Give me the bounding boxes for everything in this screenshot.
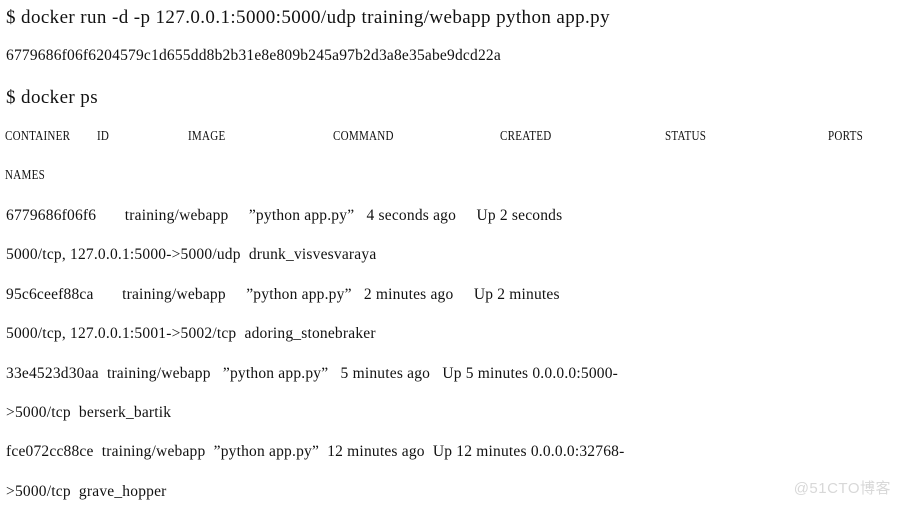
ps-column-header-command: COMMAND [333, 128, 394, 143]
ps-row-row-2-primary: 95c6ceef88ca training/webapp ”python app… [6, 286, 560, 303]
ps-column-header-status: STATUS [665, 128, 707, 143]
ps-row-row-1-wrapped: 5000/tcp, 127.0.0.1:5000->5000/udp drunk… [6, 246, 377, 263]
ps-row-row-2-wrapped: 5000/tcp, 127.0.0.1:5001->5002/tcp adori… [6, 325, 376, 342]
ps-column-header-names: NAMES [5, 167, 45, 182]
terminal-line-run-output-container-hash: 6779686f06f6204579c1d655dd8b2b31e8e809b2… [6, 47, 501, 64]
site-watermark: @51CTO博客 [793, 480, 891, 497]
ps-row-row-3-wrapped: >5000/tcp berserk_bartik [6, 404, 172, 421]
terminal-line-ps-command: $ docker ps [6, 87, 98, 108]
terminal-line-run-command: $ docker run -d -p 127.0.0.1:5000:5000/u… [6, 7, 610, 28]
ps-row-row-1-primary: 6779686f06f6 training/webapp ”python app… [6, 207, 563, 224]
ps-row-row-4-primary: fce072cc88ce training/webapp ”python app… [6, 443, 625, 460]
ps-row-row-4-wrapped: >5000/tcp grave_hopper [6, 483, 167, 500]
ps-column-header-created: CREATED [500, 128, 552, 143]
ps-column-header-id: ID [97, 128, 110, 143]
ps-column-header-ports: PORTS [828, 128, 864, 143]
ps-row-row-3-primary: 33e4523d30aa training/webapp ”python app… [6, 365, 619, 382]
ps-column-header-container: CONTAINER [5, 128, 71, 143]
ps-column-header-image: IMAGE [188, 128, 226, 143]
